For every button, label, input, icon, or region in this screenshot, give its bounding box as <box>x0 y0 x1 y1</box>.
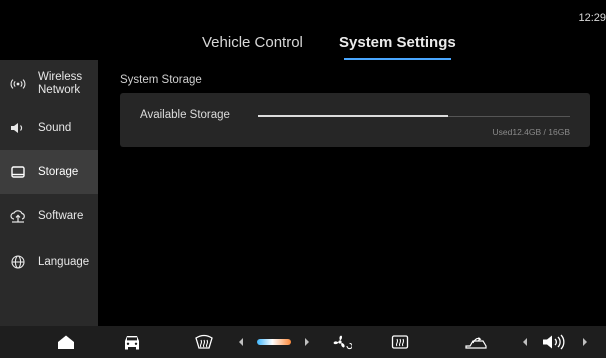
home-button[interactable] <box>54 326 78 358</box>
sidebar-item-label: Language <box>38 255 90 268</box>
bottom-dock <box>0 326 606 358</box>
storage-usage-text: Used12.4GB / 16GB <box>492 127 571 137</box>
car-icon <box>122 334 142 350</box>
storage-icon <box>10 164 26 180</box>
sidebar-item-label: Storage <box>38 165 79 178</box>
volume-icon <box>542 334 566 350</box>
sidebar-item-sound[interactable]: Sound <box>0 106 98 150</box>
software-update-icon <box>10 208 26 224</box>
front-defrost-icon <box>194 334 214 350</box>
storage-panel: System Storage Available Storage Used12.… <box>98 60 606 326</box>
speaker-icon <box>10 120 26 136</box>
settings-sidebar: Wireless Network Sound Storage Software … <box>0 60 98 326</box>
rear-defrost-button[interactable] <box>388 326 412 358</box>
volume-decrease-button[interactable] <box>518 326 532 358</box>
temperature-slider[interactable] <box>254 326 294 358</box>
section-title: System Storage <box>120 74 202 86</box>
tab-vehicle-control[interactable]: Vehicle Control <box>202 34 303 51</box>
home-icon <box>57 334 75 350</box>
volume-increase-icon <box>581 337 589 347</box>
volume-decrease-icon <box>521 337 529 347</box>
volume-button[interactable] <box>540 326 568 358</box>
fan-icon <box>332 334 352 350</box>
temperature-decrease-icon <box>237 337 245 347</box>
storage-label: Available Storage <box>140 109 230 121</box>
air-recirculation-icon <box>464 334 488 350</box>
sidebar-item-label: Wireless Network <box>38 71 83 96</box>
sidebar-item-language[interactable]: Language <box>0 240 98 284</box>
globe-icon <box>10 254 26 270</box>
air-recirculation-button[interactable] <box>462 326 490 358</box>
tab-system-settings[interactable]: System Settings <box>339 34 456 51</box>
volume-increase-button[interactable] <box>578 326 592 358</box>
rear-defrost-icon <box>391 334 409 350</box>
sidebar-item-label: Sound <box>38 121 72 134</box>
vehicle-button[interactable] <box>120 326 144 358</box>
temperature-increase-icon <box>303 337 311 347</box>
temperature-increase-button[interactable] <box>300 326 314 358</box>
sidebar-item-software[interactable]: Software <box>0 194 98 238</box>
storage-usage-fill <box>258 115 449 117</box>
wireless-icon <box>10 76 26 92</box>
temperature-decrease-button[interactable] <box>234 326 248 358</box>
status-time: 12:29 <box>578 12 606 24</box>
tab-bar: Vehicle Control System Settings <box>0 34 606 60</box>
sidebar-item-storage[interactable]: Storage <box>0 150 98 194</box>
sidebar-item-wireless-network[interactable]: Wireless Network <box>0 62 98 106</box>
fan-button[interactable] <box>330 326 354 358</box>
temperature-bar <box>257 339 291 345</box>
sidebar-item-label: Software <box>38 209 84 222</box>
storage-card: Available Storage Used12.4GB / 16GB <box>120 93 590 147</box>
top-bar: 12:29 Vehicle Control System Settings <box>0 0 606 60</box>
front-defrost-button[interactable] <box>192 326 216 358</box>
storage-usage-bar <box>258 115 570 117</box>
